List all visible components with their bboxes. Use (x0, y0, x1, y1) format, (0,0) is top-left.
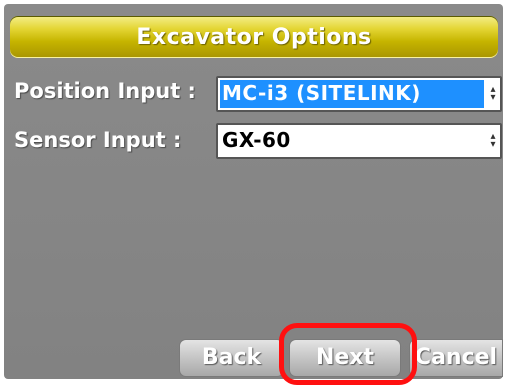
page-title: Excavator Options (136, 25, 372, 50)
sensor-input-select[interactable]: GX-60 ▴ ▾ (216, 123, 502, 159)
position-input-value: MC-i3 (SITELINK) (222, 81, 421, 105)
back-button[interactable]: Back (180, 340, 283, 376)
sensor-input-value: GX-60 (222, 128, 291, 152)
next-button[interactable]: Next (290, 340, 400, 376)
cancel-button[interactable]: Cancel (410, 340, 502, 376)
dropdown-arrow-icon[interactable]: ▴ ▾ (488, 85, 498, 103)
title-bar: Excavator Options (10, 16, 498, 58)
position-input-label: Position Input : (14, 79, 196, 103)
excavator-options-screen: Excavator Options Position Input : MC-i3… (4, 4, 503, 379)
sensor-input-label: Sensor Input : (14, 128, 182, 152)
dropdown-arrow-icon[interactable]: ▴ ▾ (488, 132, 498, 150)
device-frame: Excavator Options Position Input : MC-i3… (0, 0, 509, 385)
position-input-select[interactable]: MC-i3 (SITELINK) ▴ ▾ (216, 76, 502, 112)
